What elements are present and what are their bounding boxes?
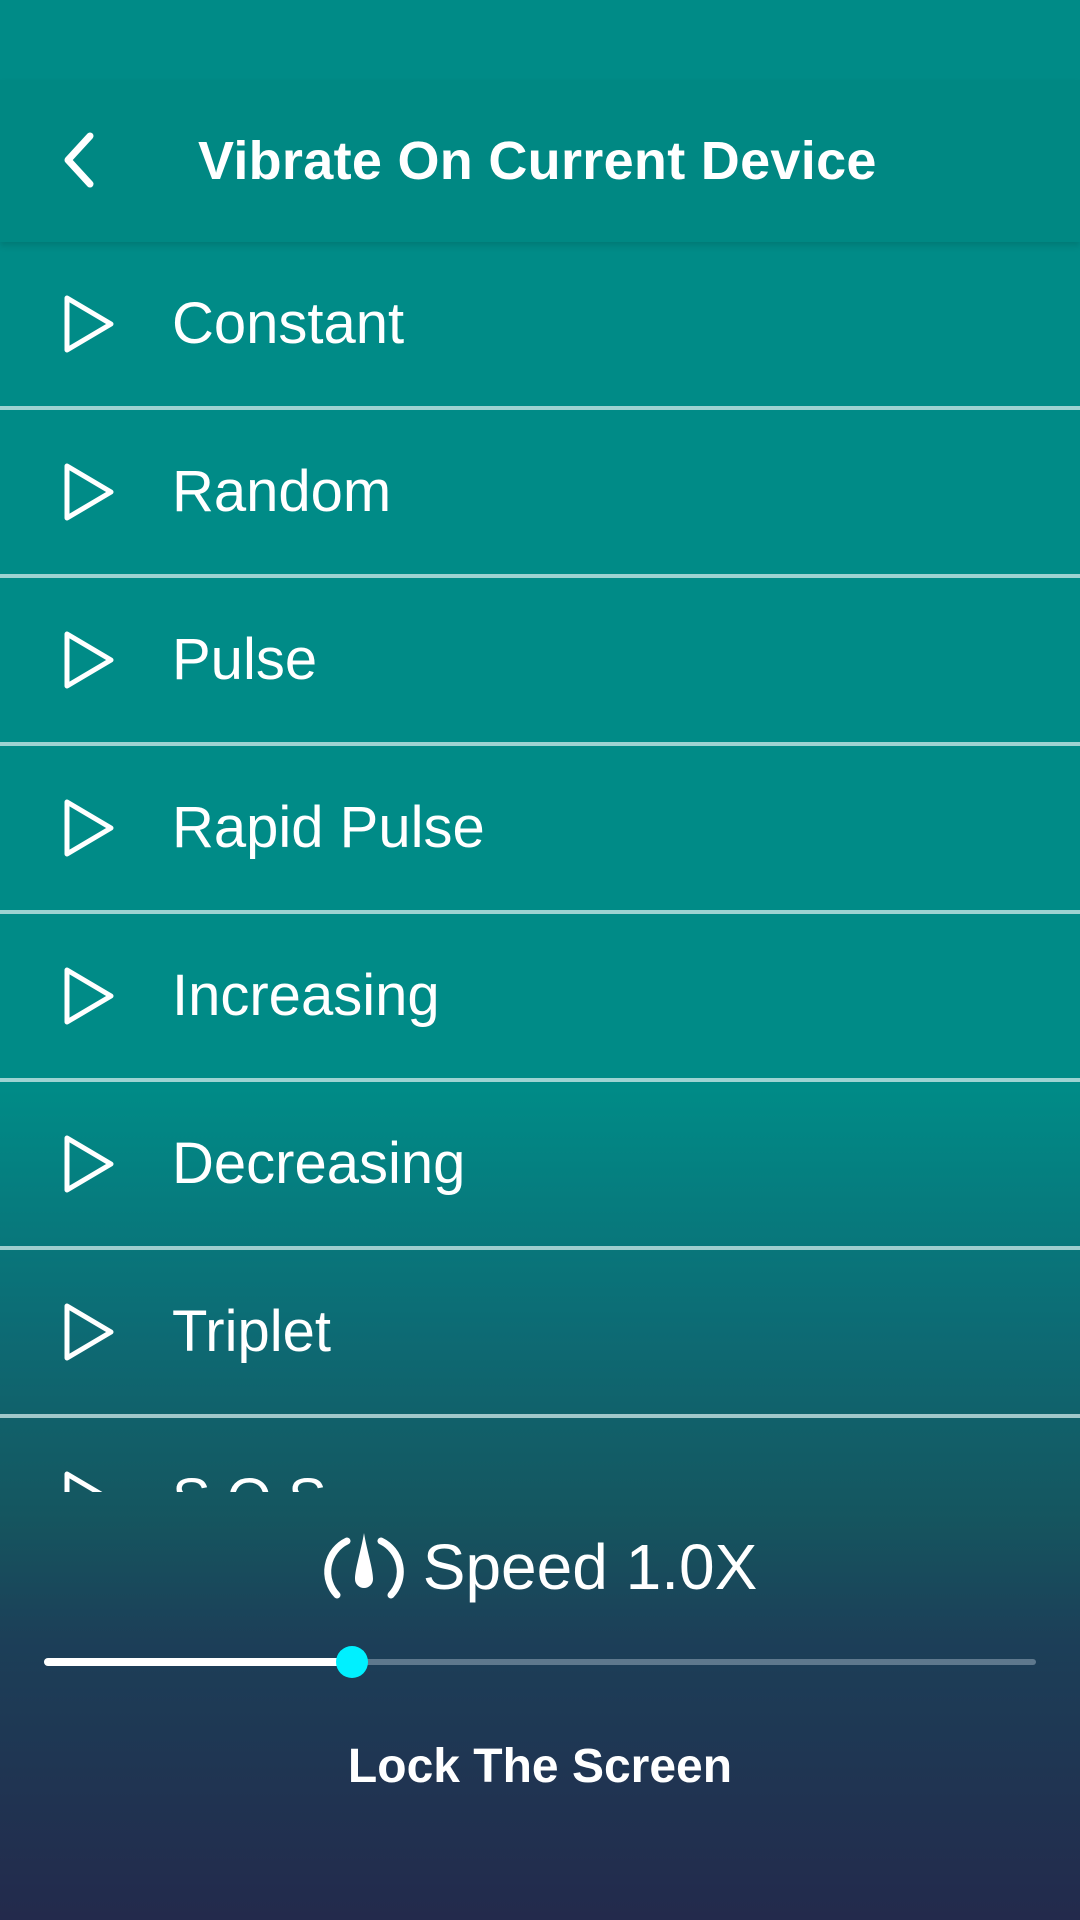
play-outline-icon <box>64 1471 103 1492</box>
pattern-label: Decreasing <box>172 1131 466 1196</box>
pattern-item-rapid-pulse[interactable]: Rapid Pulse <box>0 746 1080 914</box>
play-outline-icon <box>64 463 114 521</box>
pattern-label: Triplet <box>172 1299 331 1364</box>
pattern-list: Constant Random Pulse Rapid Pulse Increa… <box>0 242 1080 1492</box>
page-title: Vibrate On Current Device <box>198 131 877 191</box>
slider-thumb[interactable] <box>335 1646 368 1678</box>
play-outline-icon <box>64 295 114 353</box>
speed-indicator: Speed 1.0X <box>0 1522 1080 1612</box>
speedometer-icon <box>324 1533 404 1599</box>
pattern-item-decreasing[interactable]: Decreasing <box>0 1082 1080 1250</box>
pattern-label: Pulse <box>172 627 318 692</box>
back-button[interactable] <box>40 122 116 198</box>
app-toolbar: Vibrate On Current Device <box>0 80 1080 242</box>
pattern-item-random[interactable]: Random <box>0 410 1080 578</box>
speed-label: Speed 1.0X <box>422 1531 758 1603</box>
pattern-label: S.O.S <box>172 1418 327 1492</box>
play-outline-icon <box>64 1135 114 1193</box>
pattern-item-pulse[interactable]: Pulse <box>0 578 1080 746</box>
lock-screen-button[interactable]: Lock The Screen <box>240 1722 840 1812</box>
play-outline-icon <box>64 631 114 689</box>
pattern-item-triplet[interactable]: Triplet <box>0 1250 1080 1418</box>
play-outline-icon <box>64 799 114 857</box>
pattern-item-sos[interactable]: S.O.S <box>0 1418 1080 1492</box>
pattern-label: Constant <box>172 291 405 356</box>
play-outline-icon <box>64 1303 114 1361</box>
pattern-label: Random <box>172 459 392 524</box>
pattern-label: Rapid Pulse <box>172 795 485 860</box>
play-outline-icon <box>64 967 114 1025</box>
back-chevron-icon <box>64 132 94 188</box>
pattern-item-constant[interactable]: Constant <box>0 242 1080 410</box>
speed-slider[interactable] <box>44 1640 1036 1684</box>
pattern-label: Increasing <box>172 963 440 1028</box>
status-bar-area <box>0 0 1080 80</box>
pattern-item-increasing[interactable]: Increasing <box>0 914 1080 1082</box>
slider-fill <box>44 1658 352 1666</box>
